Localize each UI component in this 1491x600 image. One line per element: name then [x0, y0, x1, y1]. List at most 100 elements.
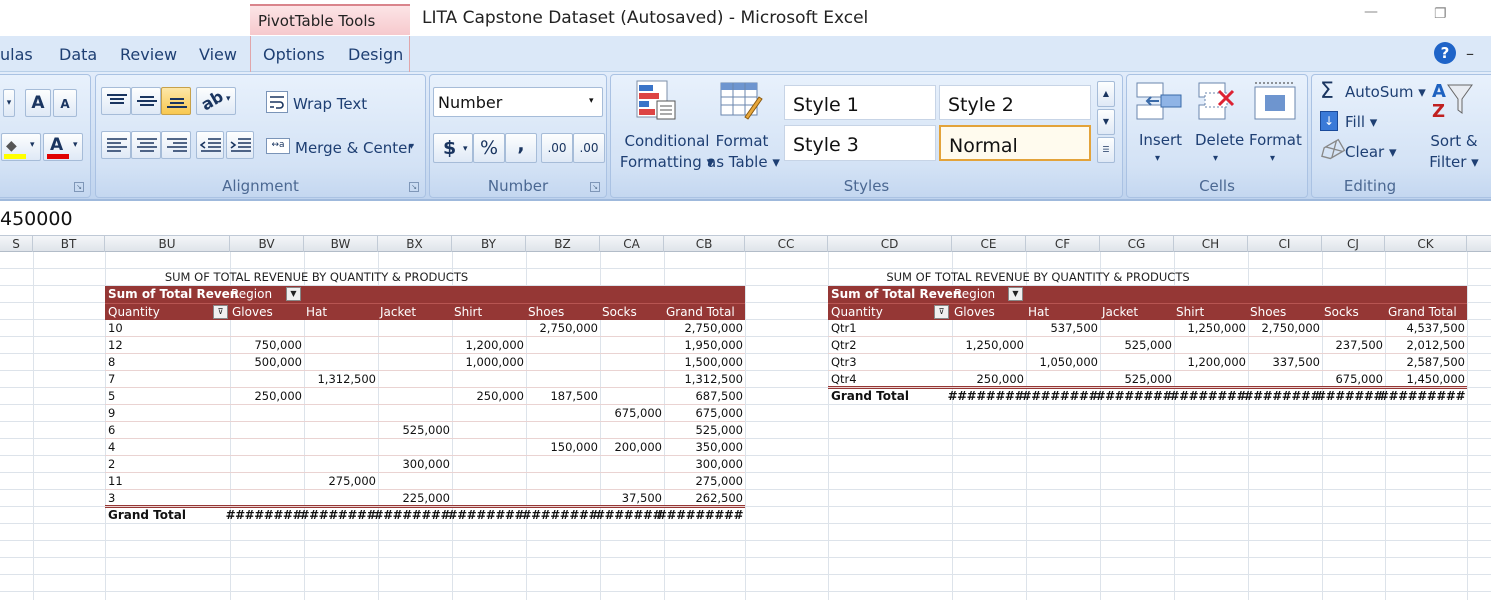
region-filter-dropdown[interactable]: ▼: [286, 287, 301, 301]
column-header[interactable]: CH: [1174, 236, 1248, 252]
context-divider: [409, 36, 410, 72]
quantity-filter-dropdown[interactable]: ⊽: [934, 305, 949, 319]
middle-align-button[interactable]: [131, 87, 161, 115]
pivot-value-cell: 1,050,000: [1039, 355, 1098, 369]
bottom-align-button[interactable]: [161, 87, 191, 115]
column-header[interactable]: CA: [600, 236, 664, 252]
pivot-row-separator: [105, 387, 745, 388]
pivot-value-cell: 187,500: [550, 389, 598, 403]
insert-button[interactable]: Insert: [1139, 131, 1182, 149]
restore-window-button[interactable]: ❐: [1434, 6, 1447, 22]
percent-button[interactable]: %: [473, 133, 505, 163]
column-header[interactable]: BW: [304, 236, 378, 252]
fill-button[interactable]: Fill ▾: [1345, 113, 1377, 131]
column-header[interactable]: CD: [828, 236, 952, 252]
pivot-row-label: 12: [108, 338, 123, 352]
gallery-more-button[interactable]: ☰: [1097, 137, 1115, 163]
quantity-filter-dropdown[interactable]: ⊽: [213, 305, 228, 319]
column-header[interactable]: BU: [105, 236, 230, 252]
column-header[interactable]: S: [0, 236, 33, 252]
currency-button[interactable]: $ ▾: [433, 133, 473, 163]
align-center-button[interactable]: [131, 131, 161, 159]
top-align-button[interactable]: [101, 87, 131, 115]
merge-center-button[interactable]: Merge & Center: [295, 139, 414, 157]
column-header[interactable]: BT: [33, 236, 105, 252]
column-header[interactable]: CB: [664, 236, 745, 252]
chevron-down-icon[interactable]: ▾: [1155, 153, 1160, 164]
column-header[interactable]: CE: [952, 236, 1026, 252]
pivot-row-label: 7: [108, 372, 116, 386]
region-filter-dropdown[interactable]: ▼: [1008, 287, 1023, 301]
minimize-window-button[interactable]: —: [1364, 4, 1378, 20]
pivottable-tools-context-tab[interactable]: PivotTable Tools: [250, 4, 410, 35]
number-dialog-launcher[interactable]: ↘: [590, 182, 600, 192]
number-format-select[interactable]: Number ▾: [433, 87, 603, 117]
grand-total-cell: ########: [225, 508, 303, 522]
conditional-formatting-button[interactable]: Conditional Formatting ▾: [619, 131, 715, 173]
help-icon[interactable]: ?: [1434, 42, 1456, 64]
align-left-button[interactable]: [101, 131, 131, 159]
tab-formulas[interactable]: ulas: [0, 45, 33, 64]
gallery-scroll-down[interactable]: ▼: [1097, 109, 1115, 135]
pivot-row-label: Qtr2: [831, 338, 857, 352]
column-header[interactable]: CF: [1026, 236, 1100, 252]
sigma-icon: Σ: [1320, 79, 1334, 104]
column-header[interactable]: CJ: [1322, 236, 1385, 252]
cell-style-1[interactable]: Style 1: [784, 85, 936, 120]
fill-color-button[interactable]: ◆ ▾: [1, 133, 41, 161]
column-header[interactable]: CI: [1248, 236, 1322, 252]
decrease-decimal-button[interactable]: .00: [573, 133, 605, 163]
font-dialog-launcher[interactable]: ↘: [74, 182, 84, 192]
format-button[interactable]: Format: [1249, 131, 1302, 149]
chevron-down-icon[interactable]: ▾: [409, 141, 414, 152]
column-header[interactable]: BY: [452, 236, 526, 252]
orientation-button[interactable]: ab ▾: [196, 87, 236, 115]
minimize-ribbon-button[interactable]: –: [1466, 44, 1474, 63]
clear-button[interactable]: Clear ▾: [1345, 143, 1397, 161]
align-right-button[interactable]: [161, 131, 191, 159]
fill-color-swatch: [4, 154, 26, 159]
increase-indent-button[interactable]: [226, 131, 254, 159]
format-as-table-button[interactable]: Format as Table ▾: [707, 131, 780, 173]
pivot-col-header: Shoes: [528, 305, 565, 319]
tab-review[interactable]: Review: [120, 45, 177, 64]
autosum-button[interactable]: AutoSum ▾: [1345, 83, 1426, 101]
column-header[interactable]: BV: [230, 236, 304, 252]
number-format-value: Number: [438, 93, 503, 112]
column-header[interactable]: CK: [1385, 236, 1467, 252]
pivot-col-header: Gloves: [232, 305, 273, 319]
column-header[interactable]: CG: [1100, 236, 1174, 252]
pivot-value-cell: 2,750,000: [684, 321, 743, 335]
comma-style-button[interactable]: ,: [505, 133, 537, 163]
tab-design[interactable]: Design: [348, 45, 403, 64]
cell-style-normal[interactable]: Normal: [939, 125, 1091, 161]
column-header[interactable]: BX: [378, 236, 452, 252]
tab-view[interactable]: View: [199, 45, 237, 64]
pivot-value-cell: 300,000: [695, 457, 743, 471]
wrap-text-button[interactable]: Wrap Text: [293, 95, 367, 113]
cell-style-3[interactable]: Style 3: [784, 125, 936, 161]
decrease-indent-button[interactable]: [196, 131, 224, 159]
formula-bar[interactable]: 450000: [0, 200, 1491, 236]
pivot-value-cell: 300,000: [402, 457, 450, 471]
chevron-down-icon[interactable]: ▾: [1213, 153, 1218, 164]
tab-options[interactable]: Options: [263, 45, 325, 64]
gallery-scroll-up[interactable]: ▲: [1097, 81, 1115, 107]
pivot-value-cell: 525,000: [1124, 338, 1172, 352]
column-header[interactable]: CC: [745, 236, 828, 252]
chevron-down-icon[interactable]: ▾: [1270, 153, 1275, 164]
increase-decimal-button[interactable]: .00: [541, 133, 573, 163]
shrink-font-button[interactable]: A: [53, 89, 77, 117]
column-header[interactable]: BZ: [526, 236, 600, 252]
worksheet-grid[interactable]: SUM OF TOTAL REVENUE BY QUANTITY & PRODU…: [0, 252, 1491, 600]
sort-filter-button[interactable]: Sort & Filter ▾: [1422, 131, 1486, 173]
pivot-column-header-row: Quantity ⊽ Gloves Hat Jacket Shirt Shoes…: [828, 303, 1467, 320]
alignment-dialog-launcher[interactable]: ↘: [409, 182, 419, 192]
grow-font-button[interactable]: A: [25, 89, 51, 117]
excel-window: PivotTable Tools LITA Capstone Dataset (…: [0, 0, 1491, 600]
delete-button[interactable]: Delete: [1195, 131, 1244, 149]
font-color-button[interactable]: A ▾: [43, 133, 83, 161]
cell-style-2[interactable]: Style 2: [939, 85, 1091, 120]
font-size-dropdown-arrow[interactable]: ▾: [3, 89, 15, 117]
tab-data[interactable]: Data: [59, 45, 97, 64]
